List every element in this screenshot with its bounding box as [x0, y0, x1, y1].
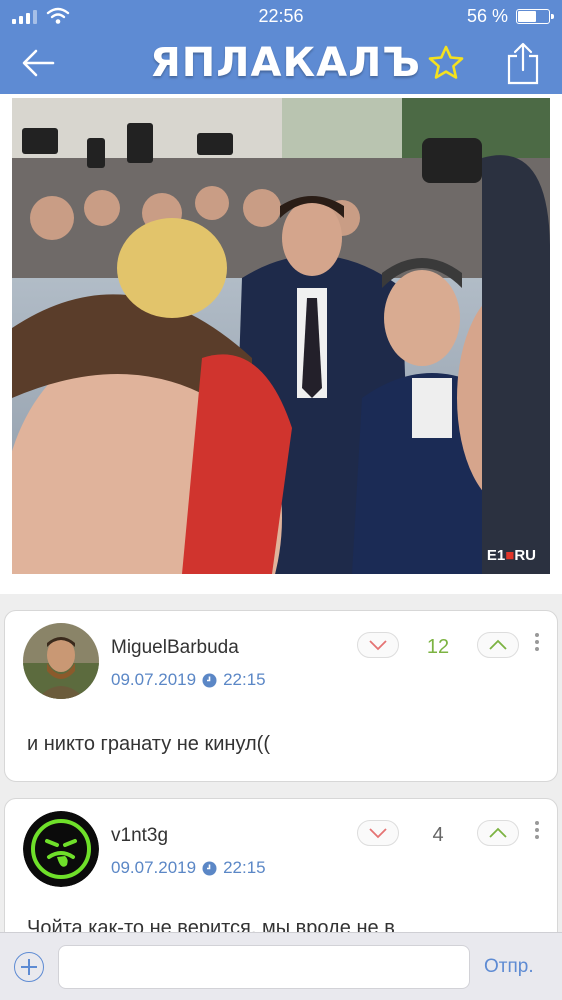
battery-icon — [516, 9, 554, 24]
post-image-container: E1■RU — [0, 94, 562, 594]
comment-card: MiguelBarbuda 09.07.2019 22:15 12 и никт… — [4, 610, 558, 782]
comment-input-bar: Отпр. — [0, 932, 562, 1000]
send-button[interactable]: Отпр. — [484, 956, 534, 978]
avatar[interactable] — [23, 623, 99, 699]
comment-score: 4 — [432, 824, 444, 846]
comment-date: 09.07.2019 — [111, 670, 197, 689]
comment-date: 09.07.2019 — [111, 858, 197, 877]
star-icon[interactable] — [426, 44, 466, 82]
photo-watermark: E1■RU — [487, 547, 536, 564]
add-attachment-icon[interactable] — [14, 952, 44, 982]
comment-time: 22:15 — [223, 858, 266, 877]
comment-author[interactable]: v1nt3g — [111, 825, 168, 847]
comment-input[interactable] — [58, 945, 470, 989]
status-bar: 22:56 56 % — [0, 0, 562, 32]
downvote-button[interactable] — [357, 820, 399, 846]
site-logo[interactable]: ЯПЛАКАЛЪ — [150, 40, 420, 86]
upvote-button[interactable] — [477, 632, 519, 658]
chevron-down-icon — [369, 828, 387, 839]
battery-percent: 56 % — [466, 6, 508, 26]
chevron-up-icon — [489, 827, 507, 838]
comment-text: и никто гранату не кинул(( — [27, 733, 270, 755]
watermark-prefix: E1 — [486, 547, 506, 564]
avatar[interactable] — [23, 811, 99, 887]
avatar-image — [23, 623, 99, 699]
share-icon[interactable] — [506, 42, 540, 86]
avatar-image — [23, 811, 99, 887]
chevron-down-icon — [369, 640, 387, 651]
comment-card: v1nt3g 09.07.2019 22:15 4 Чойта как-то н… — [4, 798, 558, 948]
post-photo[interactable]: E1■RU — [12, 98, 550, 574]
downvote-button[interactable] — [357, 632, 399, 658]
clock-icon — [202, 861, 217, 875]
chevron-up-icon — [489, 639, 507, 650]
upvote-button[interactable] — [477, 820, 519, 846]
comment-author[interactable]: MiguelBarbuda — [111, 637, 239, 659]
watermark-mark: ■ — [505, 547, 515, 564]
comment-meta: 09.07.2019 22:15 — [111, 858, 266, 878]
crowd-photo-illustration — [12, 98, 550, 574]
comment-meta: 09.07.2019 22:15 — [111, 670, 266, 690]
clock-icon — [202, 673, 217, 687]
comment-menu-icon[interactable] — [535, 821, 539, 839]
back-arrow-icon[interactable] — [20, 46, 56, 80]
comment-score: 12 — [426, 636, 450, 658]
nav-bar: ЯПЛАКАЛЪ — [0, 32, 562, 94]
comment-menu-icon[interactable] — [535, 633, 539, 651]
comment-time: 22:15 — [223, 670, 266, 689]
watermark-suffix: RU — [514, 547, 536, 564]
